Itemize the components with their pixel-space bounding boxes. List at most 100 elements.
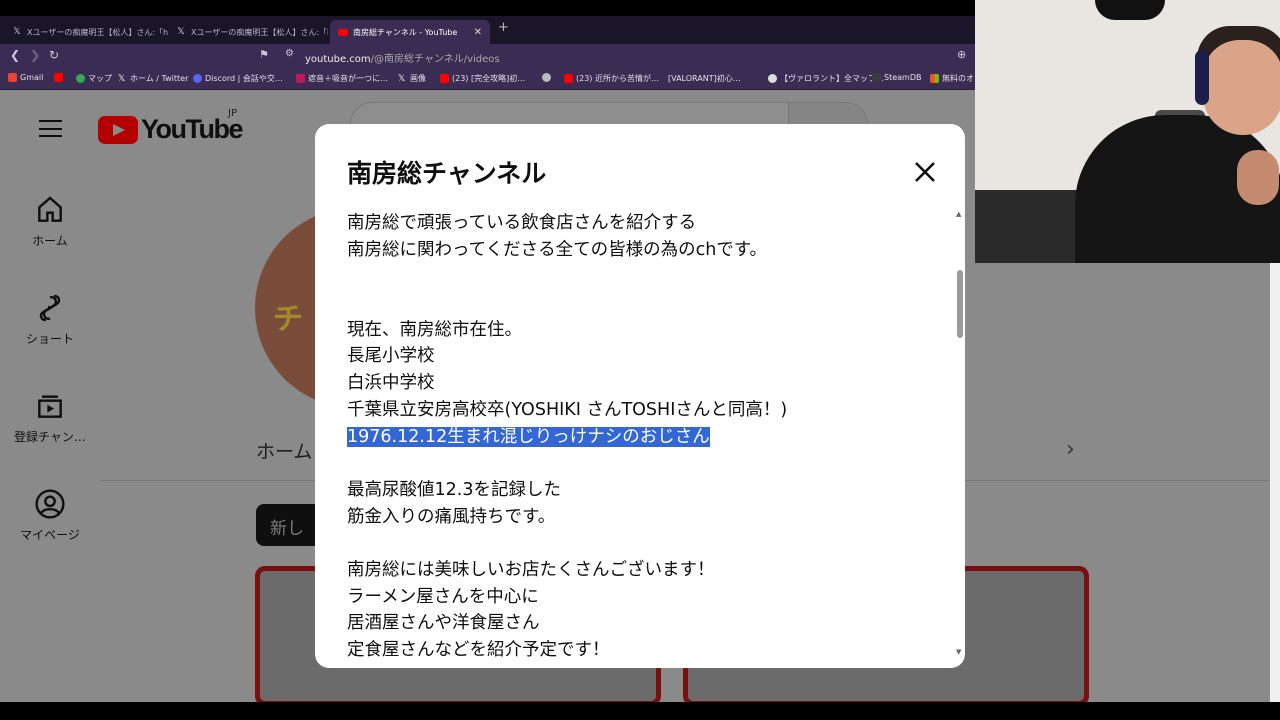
maps-pin-icon bbox=[76, 74, 85, 83]
shorts-icon bbox=[34, 292, 66, 324]
browser-tab[interactable]: 𝕏 Xユーザーの痴魔明王【松人】さん:「https: bbox=[168, 20, 328, 44]
sidebar-item-label: 登録チャン… bbox=[14, 430, 86, 444]
tab-label: Xユーザーの痴魔明王【松人】さん:「https: bbox=[191, 27, 328, 37]
sidebar-item-home[interactable]: ホーム bbox=[0, 194, 100, 249]
account-circle-icon bbox=[34, 488, 66, 520]
bookmark-globe[interactable] bbox=[542, 73, 554, 82]
bookmark-gmail[interactable]: Gmail bbox=[8, 73, 43, 82]
bookmark-label: Gmail bbox=[20, 73, 44, 82]
bookmark-free[interactable]: 無料のオ bbox=[930, 73, 974, 84]
bookmark-label: SteamDB bbox=[884, 73, 922, 82]
description-line: 白浜中学校 bbox=[347, 373, 435, 394]
tab-label: 南房総チャンネル - YouTube bbox=[353, 27, 458, 37]
sidebar-item-subscriptions[interactable]: 登録チャン… bbox=[0, 390, 100, 445]
x-logo-icon: 𝕏 bbox=[118, 74, 126, 84]
webcam-overlay bbox=[975, 0, 1280, 263]
bookmark-discord[interactable]: Discord | 会話や交… bbox=[193, 73, 283, 84]
bookmark-label: (23) [完全攻略]初… bbox=[452, 74, 526, 83]
site-info-icon[interactable]: ⚙ bbox=[285, 48, 294, 59]
url-path: /@南房総チャンネル/videos bbox=[370, 54, 500, 65]
globe-icon bbox=[542, 73, 551, 82]
description-line: 居酒屋さんや洋食屋さん bbox=[347, 613, 540, 634]
bookmark-label: [VALORANT]初心… bbox=[668, 74, 741, 83]
bookmark-steamdb[interactable]: SteamDB bbox=[872, 73, 921, 82]
page-scrollbar[interactable] bbox=[1270, 263, 1280, 702]
x-logo-icon: 𝕏 bbox=[177, 27, 185, 37]
description-line-selected: 1976.12.12生まれ混じりっけナシのおじさん bbox=[347, 426, 710, 447]
dialog-title: 南房総チャンネル bbox=[347, 159, 547, 188]
bookmark-label: 遮音＋吸音が一つに… bbox=[308, 74, 388, 83]
youtube-icon bbox=[564, 74, 573, 83]
bookmarks-bar: Gmail マップ 𝕏 ホーム / Twitter Discord | 会話や交…… bbox=[0, 68, 975, 90]
close-icon[interactable] bbox=[911, 158, 939, 186]
sidebar-item-mypage[interactable]: マイページ bbox=[0, 488, 100, 543]
youtube-icon bbox=[440, 74, 449, 83]
bottom-border bbox=[0, 702, 1280, 720]
url-field[interactable]: youtube.com/@南房総チャンネル/videos bbox=[305, 50, 500, 65]
site-icon bbox=[768, 74, 777, 83]
dialog-description: 南房総で頑張っている飲食店さんを紹介する 南房総に関わってくださる全ての皆様の為… bbox=[347, 210, 937, 660]
microsoft-icon bbox=[930, 74, 939, 83]
screen: 𝕏 Xユーザーの痴魔明王【松人】さん:「https: 𝕏 Xユーザーの痴魔明王【… bbox=[0, 0, 1280, 720]
region-label: JP bbox=[228, 108, 237, 119]
bookmark-label: 無料のオ bbox=[942, 74, 974, 83]
close-icon[interactable]: ✕ bbox=[474, 27, 482, 38]
menu-icon[interactable] bbox=[39, 120, 62, 137]
subscriptions-icon bbox=[34, 390, 66, 422]
channel-about-dialog: 南房総チャンネル 南房総で頑張っている飲食店さんを紹介する 南房総に関わってくだ… bbox=[315, 124, 965, 668]
avatar-text: チ bbox=[273, 302, 303, 337]
shop-icon bbox=[296, 74, 305, 83]
bookmark-guide[interactable]: (23) [完全攻略]初… bbox=[440, 73, 525, 84]
bookmark-soundproof[interactable]: 遮音＋吸音が一つに… bbox=[296, 73, 388, 84]
browser-tab-active[interactable]: 南房総チャンネル - YouTube ✕ bbox=[330, 20, 490, 44]
back-icon[interactable]: ❮ bbox=[10, 48, 20, 62]
bookmark-youtube[interactable] bbox=[54, 73, 66, 82]
description-line: 現在、南房総市在住。 bbox=[347, 319, 522, 340]
bookmark-label: (23) 近所から苦情が… bbox=[576, 74, 659, 83]
forward-icon[interactable]: ❯ bbox=[30, 48, 40, 62]
new-tab-button[interactable]: + bbox=[498, 20, 509, 35]
chevron-right-icon[interactable]: › bbox=[1066, 437, 1075, 462]
description-line bbox=[347, 290, 937, 317]
bookmark-valorant-maps[interactable]: 【ヴァロラント】全マップ… bbox=[768, 73, 884, 84]
sidebar-item-shorts[interactable]: ショート bbox=[0, 292, 100, 347]
browser-tab[interactable]: 𝕏 Xユーザーの痴魔明王【松人】さん:「https: bbox=[4, 20, 168, 44]
bookmark-icon[interactable]: ⚑ bbox=[259, 48, 269, 61]
x-logo-icon: 𝕏 bbox=[13, 27, 21, 37]
description-line: 千葉県立安房高校卒(YOSHIKI さんTOSHIさんと同高！) bbox=[347, 399, 788, 420]
headset-icon bbox=[1195, 50, 1209, 105]
description-line: 筋金入りの痛風持ちです。 bbox=[347, 506, 556, 527]
description-line: 南房総に関わってくださる全ての皆様の為のchです。 bbox=[347, 239, 768, 260]
bookmark-twitter[interactable]: 𝕏 ホーム / Twitter bbox=[118, 73, 188, 84]
logo-text: YouTube bbox=[141, 114, 243, 144]
browser-tab-bar: 𝕏 Xユーザーの痴魔明王【松人】さん:「https: 𝕏 Xユーザーの痴魔明王【… bbox=[0, 16, 975, 44]
bookmark-valorant[interactable]: [VALORANT]初心… bbox=[668, 73, 741, 84]
bookmark-label: 画像 bbox=[410, 74, 426, 83]
tab-label: Xユーザーの痴魔明王【松人】さん:「https: bbox=[27, 27, 168, 37]
bookmark-complaints[interactable]: (23) 近所から苦情が… bbox=[564, 73, 659, 84]
description-line: 南房総には美味しいお店たくさんございます！ bbox=[347, 559, 715, 580]
youtube-favicon-icon bbox=[338, 28, 348, 36]
bookmark-images[interactable]: 𝕏 画像 bbox=[398, 73, 426, 84]
bookmark-label: マップ bbox=[88, 74, 112, 83]
bookmark-label: 【ヴァロラント】全マップ… bbox=[780, 74, 884, 83]
description-line: 長尾小学校 bbox=[347, 346, 435, 367]
address-bar-row: ❮ ❯ ↻ ⚑ ⚙ youtube.com/@南房総チャンネル/videos ⊕ bbox=[0, 44, 975, 68]
scroll-up-arrow-icon[interactable]: ▲ bbox=[956, 210, 961, 218]
youtube-logo[interactable]: YouTube JP bbox=[98, 108, 243, 145]
sidebar-item-label: ショート bbox=[25, 332, 74, 346]
steamdb-icon bbox=[872, 73, 881, 82]
tab-home[interactable]: ホーム bbox=[256, 437, 312, 464]
reload-icon[interactable]: ↻ bbox=[49, 48, 59, 62]
bookmark-maps[interactable]: マップ bbox=[76, 73, 112, 84]
description-line: ラーメン屋さんを中心に bbox=[347, 586, 539, 607]
description-line bbox=[347, 530, 937, 557]
bookmark-label: ホーム / Twitter bbox=[130, 74, 189, 83]
zoom-icon[interactable]: ⊕ bbox=[957, 48, 966, 61]
youtube-icon bbox=[54, 73, 63, 82]
scrollbar-thumb[interactable] bbox=[957, 270, 963, 338]
youtube-play-icon bbox=[98, 115, 138, 144]
sidebar-item-label: マイページ bbox=[20, 528, 80, 542]
description-line bbox=[347, 263, 937, 290]
scroll-down-arrow-icon[interactable]: ▼ bbox=[956, 648, 961, 656]
